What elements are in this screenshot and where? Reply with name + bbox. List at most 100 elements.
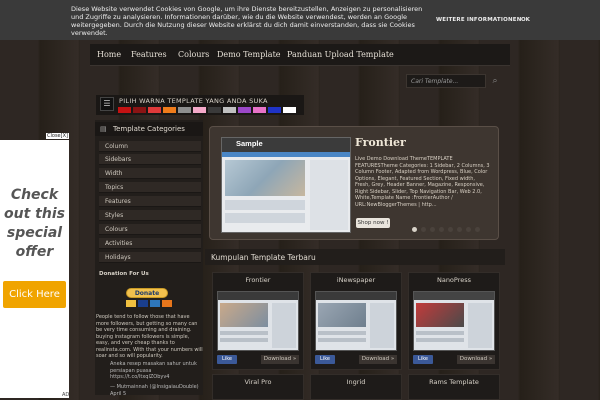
category-holidays[interactable]: Holidays bbox=[99, 252, 201, 263]
slider-dot[interactable] bbox=[448, 227, 453, 232]
thumb-sidebar bbox=[272, 303, 296, 348]
preview-sidebar bbox=[310, 160, 348, 230]
category-styles[interactable]: Styles bbox=[99, 210, 201, 221]
latest-title: Kumpulan Template Terbaru bbox=[211, 253, 316, 262]
cookie-text: Diese Website verwendet Cookies von Goog… bbox=[71, 5, 423, 37]
template-name[interactable]: Rams Template bbox=[408, 378, 500, 386]
color-swatch[interactable] bbox=[253, 107, 266, 113]
slider-dot[interactable] bbox=[421, 227, 426, 232]
more-info-link[interactable]: WEITERE INFORMATIONEN bbox=[436, 16, 522, 24]
thumb-line bbox=[318, 338, 366, 342]
donation-text: People tend to follow those that have mo… bbox=[96, 314, 203, 359]
slider-dot[interactable] bbox=[412, 227, 417, 232]
thumb-line bbox=[318, 331, 366, 335]
like-button[interactable]: Like bbox=[217, 355, 237, 364]
color-swatch[interactable] bbox=[238, 107, 251, 113]
visa-icon bbox=[138, 300, 148, 307]
template-thumbnail[interactable] bbox=[413, 291, 495, 351]
slider-dot[interactable] bbox=[430, 227, 435, 232]
nav-features[interactable]: Features bbox=[131, 50, 167, 59]
preview-row bbox=[225, 200, 305, 210]
featured-title[interactable]: Frontier bbox=[355, 136, 406, 149]
ad-close-button[interactable]: Close[X] bbox=[46, 133, 69, 139]
search-input[interactable]: Cari Template... bbox=[406, 74, 486, 88]
featured-description: Live Demo Download ThemeTEMPLATE FEATURE… bbox=[355, 156, 490, 208]
thumb-image bbox=[318, 303, 366, 327]
thumb-header bbox=[414, 292, 494, 300]
preview-nav bbox=[222, 152, 350, 157]
color-swatch[interactable] bbox=[133, 107, 146, 113]
category-sidebars[interactable]: Sidebars bbox=[99, 154, 201, 165]
thumb-image bbox=[416, 303, 464, 327]
template-name[interactable]: Ingrid bbox=[310, 378, 402, 386]
download-button[interactable]: Download » bbox=[359, 355, 397, 364]
main-nav: Home Features Colours Demo Template Pand… bbox=[90, 44, 510, 66]
list-icon: ▤ bbox=[100, 125, 107, 133]
download-button[interactable]: Download » bbox=[457, 355, 495, 364]
nav-demo-template[interactable]: Demo Template bbox=[217, 50, 281, 59]
categories-header: Template Categories bbox=[95, 122, 203, 136]
template-thumbnail[interactable] bbox=[315, 291, 397, 351]
ad-panel bbox=[0, 140, 69, 398]
ad-click-here-button[interactable]: Click Here bbox=[3, 281, 66, 308]
ad-label: AD bbox=[62, 392, 70, 398]
color-swatch[interactable] bbox=[118, 107, 131, 113]
preview-row bbox=[225, 213, 305, 223]
nav-home[interactable]: Home bbox=[97, 50, 121, 59]
thumb-line bbox=[220, 331, 268, 335]
preview-photo bbox=[225, 160, 305, 196]
color-swatch[interactable] bbox=[193, 107, 206, 113]
slider-dot[interactable] bbox=[457, 227, 462, 232]
category-colours[interactable]: Colours bbox=[99, 224, 201, 235]
tweet-author: — Mutmainnah (@InsigaiauDouble) April 5 bbox=[110, 384, 199, 397]
donate-button[interactable]: Donate bbox=[126, 288, 168, 298]
mastercard-icon bbox=[126, 300, 136, 307]
menu-icon: ☰ bbox=[100, 97, 114, 111]
category-features[interactable]: Features bbox=[99, 196, 201, 207]
category-width[interactable]: Width bbox=[99, 168, 201, 179]
slider-dot[interactable] bbox=[475, 227, 480, 232]
category-activities[interactable]: Activities bbox=[99, 238, 201, 249]
color-swatch[interactable] bbox=[283, 107, 296, 113]
download-button[interactable]: Download » bbox=[261, 355, 299, 364]
featured-preview-image[interactable]: Sample bbox=[221, 137, 351, 233]
template-name[interactable]: Viral Pro bbox=[212, 378, 304, 386]
color-swatch[interactable] bbox=[178, 107, 191, 113]
tweet-text: Aneka resep masakan sahur untuk persiapa… bbox=[110, 361, 197, 380]
template-thumbnail[interactable] bbox=[217, 291, 299, 351]
color-swatch[interactable] bbox=[163, 107, 176, 113]
thumb-line bbox=[416, 338, 464, 342]
color-swatch[interactable] bbox=[208, 107, 221, 113]
category-topics[interactable]: Topics bbox=[99, 182, 201, 193]
shop-now-button[interactable]: Shop now ! bbox=[356, 218, 390, 228]
color-swatch[interactable] bbox=[268, 107, 281, 113]
thumb-image bbox=[220, 303, 268, 327]
amex-icon bbox=[150, 300, 160, 307]
like-button[interactable]: Like bbox=[315, 355, 335, 364]
template-name[interactable]: Frontier bbox=[212, 276, 304, 284]
thumb-header bbox=[316, 292, 396, 300]
cookie-ok-button[interactable]: OK bbox=[521, 16, 530, 24]
thumb-line bbox=[416, 331, 464, 335]
preview-logo: Sample bbox=[236, 139, 263, 148]
thumb-line bbox=[220, 338, 268, 342]
slider-dot[interactable] bbox=[466, 227, 471, 232]
nav-colours[interactable]: Colours bbox=[178, 50, 209, 59]
search-icon[interactable]: ⌕ bbox=[489, 75, 501, 87]
template-name[interactable]: NanoPress bbox=[408, 276, 500, 284]
ad-headline[interactable]: Check out this special offer bbox=[0, 186, 69, 262]
thumb-sidebar bbox=[370, 303, 394, 348]
color-swatch[interactable] bbox=[223, 107, 236, 113]
donation-title: Donation For Us bbox=[99, 271, 149, 277]
slider-dot[interactable] bbox=[439, 227, 444, 232]
nav-panduan-upload[interactable]: Panduan Upload Template bbox=[287, 50, 394, 59]
cookie-consent-bar: Diese Website verwendet Cookies von Goog… bbox=[0, 0, 600, 40]
category-column[interactable]: Column bbox=[99, 141, 201, 152]
template-name[interactable]: iNewspaper bbox=[310, 276, 402, 284]
like-button[interactable]: Like bbox=[413, 355, 433, 364]
thumb-sidebar bbox=[468, 303, 492, 348]
color-swatch[interactable] bbox=[148, 107, 161, 113]
thumb-header bbox=[218, 292, 298, 300]
color-chooser-title: PILIH WARNA TEMPLATE YANG ANDA SUKA bbox=[119, 97, 268, 105]
discover-icon bbox=[162, 300, 172, 307]
